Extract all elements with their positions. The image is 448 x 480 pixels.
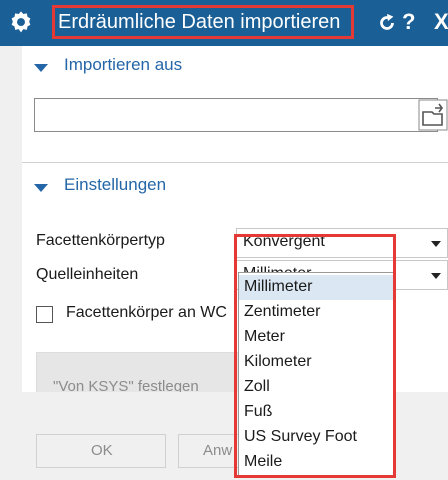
facet-type-label: Facettenkörpertyp — [36, 232, 165, 249]
section-divider — [22, 162, 448, 163]
close-icon[interactable]: X — [434, 8, 448, 36]
settings-section-header[interactable]: Einstellungen — [22, 174, 448, 204]
facet-body-checkbox-label: Facettenkörper an WC — [66, 304, 227, 321]
import-section-title: Importieren aus — [64, 55, 183, 74]
ok-button-label: OK — [91, 442, 113, 459]
apply-button-label: Anw — [203, 442, 233, 459]
reset-icon[interactable] — [376, 12, 398, 34]
gear-icon[interactable] — [7, 9, 35, 37]
settings-section-title: Einstellungen — [64, 175, 167, 194]
dropdown-arrow-icon — [431, 273, 441, 279]
collapse-arrow-icon — [34, 184, 48, 192]
dialog-titlebar: Erdräumliche Daten importieren ? X — [0, 0, 448, 46]
dropdown-arrow-icon — [431, 241, 441, 247]
import-path-input[interactable] — [34, 98, 438, 132]
dialog-title: Erdräumliche Daten importieren — [58, 11, 341, 33]
help-icon[interactable]: ? — [402, 8, 415, 36]
collapse-arrow-icon — [34, 64, 48, 72]
units-highlight-box — [234, 234, 396, 478]
file-open-icon[interactable] — [418, 99, 448, 131]
facet-body-checkbox[interactable] — [36, 306, 53, 323]
source-units-label: Quelleinheiten — [36, 266, 139, 283]
import-section-header[interactable]: Importieren aus — [22, 54, 448, 84]
ok-button[interactable]: OK — [36, 434, 166, 468]
